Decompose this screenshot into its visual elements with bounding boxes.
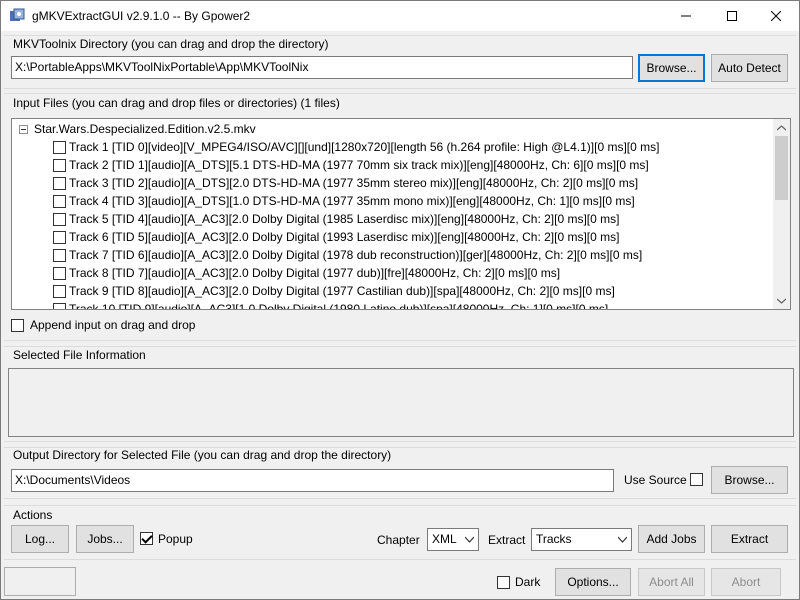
track-row[interactable]: Track 1 [TID 0][video][V_MPEG4/ISO/AVC][…: [53, 138, 659, 156]
track-row[interactable]: Track 5 [TID 4][audio][A_AC3][2.0 Dolby …: [53, 210, 619, 228]
track-checkbox[interactable]: [53, 302, 66, 309]
options-button[interactable]: Options...: [555, 568, 631, 596]
auto-detect-button[interactable]: Auto Detect: [711, 54, 788, 82]
add-jobs-button[interactable]: Add Jobs: [638, 525, 705, 553]
output-path-field[interactable]: X:\Documents\Videos: [11, 469, 614, 492]
maximize-icon: [727, 11, 737, 21]
track-row[interactable]: Track 3 [TID 2][audio][A_DTS][2.0 DTS-HD…: [53, 174, 638, 192]
tree-file-name: Star.Wars.Despecialized.Edition.v2.5.mkv: [34, 122, 256, 136]
status-panel: [4, 567, 76, 596]
chevron-down-icon: [618, 536, 627, 543]
main-window: gMKVExtractGUI v2.9.1.0 -- By Gpower2 MK…: [0, 0, 800, 600]
selected-info-group-label: Selected File Information: [13, 348, 146, 362]
track-label: Track 9 [TID 8][audio][A_AC3][2.0 Dolby …: [69, 284, 615, 298]
use-source-checkbox[interactable]: [690, 473, 703, 486]
track-checkbox[interactable]: [53, 248, 66, 262]
extract-type-select[interactable]: Tracks: [531, 528, 632, 551]
scroll-up-icon[interactable]: [773, 119, 790, 136]
minimize-button[interactable]: [663, 1, 709, 31]
mkvtoolnix-path-field[interactable]: X:\PortableApps\MKVToolNixPortable\App\M…: [11, 56, 633, 79]
track-label: Track 8 [TID 7][audio][A_AC3][2.0 Dolby …: [69, 266, 561, 280]
track-row[interactable]: Track 7 [TID 6][audio][A_AC3][2.0 Dolby …: [53, 246, 642, 264]
abort-button[interactable]: Abort: [711, 568, 781, 596]
track-label: Track 6 [TID 5][audio][A_AC3][2.0 Dolby …: [69, 230, 620, 244]
popup-checkbox[interactable]: [140, 532, 153, 545]
tree-file-node[interactable]: Star.Wars.Despecialized.Edition.v2.5.mkv: [19, 121, 256, 137]
window-title: gMKVExtractGUI v2.9.1.0 -- By Gpower2: [32, 9, 251, 23]
actions-group-label: Actions: [13, 508, 53, 522]
scroll-thumb[interactable]: [775, 136, 788, 200]
tree-scrollbar[interactable]: [773, 119, 790, 309]
track-label: Track 2 [TID 1][audio][A_DTS][5.1 DTS-HD…: [69, 158, 649, 172]
track-checkbox[interactable]: [53, 230, 66, 244]
track-row[interactable]: Track 2 [TID 1][audio][A_DTS][5.1 DTS-HD…: [53, 156, 649, 174]
chapter-select[interactable]: XML: [427, 528, 479, 551]
close-button[interactable]: [753, 1, 799, 31]
popup-label: Popup: [158, 532, 193, 546]
collapse-icon[interactable]: [19, 124, 28, 134]
input-files-group-label: Input Files (you can drag and drop files…: [13, 96, 340, 110]
use-source-label: Use Source: [624, 473, 687, 487]
track-label: Track 3 [TID 2][audio][A_DTS][2.0 DTS-HD…: [69, 176, 639, 190]
track-label: Track 5 [TID 4][audio][A_AC3][2.0 Dolby …: [69, 212, 620, 226]
dark-checkbox[interactable]: [497, 576, 510, 589]
selected-info-box: [8, 368, 794, 437]
track-label: Track 1 [TID 0][video][V_MPEG4/ISO/AVC][…: [69, 140, 660, 154]
output-browse-button[interactable]: Browse...: [711, 466, 788, 494]
track-checkbox[interactable]: [53, 284, 66, 298]
track-label: Track 4 [TID 3][audio][A_DTS][1.0 DTS-HD…: [69, 194, 635, 208]
track-label: Track 10 [TID 9][audio][A_AC3][1.0 Dolby…: [69, 302, 609, 310]
mkvtoolnix-browse-button[interactable]: Browse...: [638, 54, 705, 82]
track-row[interactable]: Track 10 [TID 9][audio][A_AC3][1.0 Dolby…: [53, 300, 609, 310]
maximize-button[interactable]: [709, 1, 755, 31]
minimize-icon: [681, 15, 691, 17]
close-icon: [771, 11, 781, 21]
log-button[interactable]: Log...: [11, 525, 69, 553]
append-input-label: Append input on drag and drop: [30, 318, 196, 332]
app-icon: [10, 8, 25, 21]
jobs-button[interactable]: Jobs...: [76, 525, 134, 553]
mkvtoolnix-group-label: MKVToolnix Directory (you can drag and d…: [13, 37, 329, 51]
extract-button[interactable]: Extract: [711, 525, 788, 553]
track-checkbox[interactable]: [53, 176, 66, 190]
append-input-checkbox[interactable]: [11, 319, 24, 332]
track-checkbox[interactable]: [53, 266, 66, 280]
dark-label: Dark: [515, 575, 541, 589]
track-row[interactable]: Track 6 [TID 5][audio][A_AC3][2.0 Dolby …: [53, 228, 619, 246]
track-checkbox[interactable]: [53, 212, 66, 226]
chapter-label: Chapter: [377, 533, 420, 547]
output-group-label: Output Directory for Selected File (you …: [13, 448, 392, 462]
track-row[interactable]: Track 8 [TID 7][audio][A_AC3][2.0 Dolby …: [53, 264, 560, 282]
chevron-down-icon: [465, 536, 474, 543]
track-checkbox[interactable]: [53, 140, 66, 154]
chapter-select-value: XML: [432, 532, 457, 546]
track-checkbox[interactable]: [53, 194, 66, 208]
extract-type-value: Tracks: [536, 532, 572, 546]
track-row[interactable]: Track 9 [TID 8][audio][A_AC3][2.0 Dolby …: [53, 282, 615, 300]
track-checkbox[interactable]: [53, 158, 66, 172]
track-label: Track 7 [TID 6][audio][A_AC3][2.0 Dolby …: [69, 248, 643, 262]
scroll-down-icon[interactable]: [773, 292, 790, 309]
title-bar: gMKVExtractGUI v2.9.1.0 -- By Gpower2: [1, 1, 799, 31]
abort-all-button[interactable]: Abort All: [638, 568, 705, 596]
input-files-tree[interactable]: Star.Wars.Despecialized.Edition.v2.5.mkv…: [11, 118, 791, 310]
track-row[interactable]: Track 4 [TID 3][audio][A_DTS][1.0 DTS-HD…: [53, 192, 635, 210]
extract-type-label: Extract: [488, 533, 526, 547]
